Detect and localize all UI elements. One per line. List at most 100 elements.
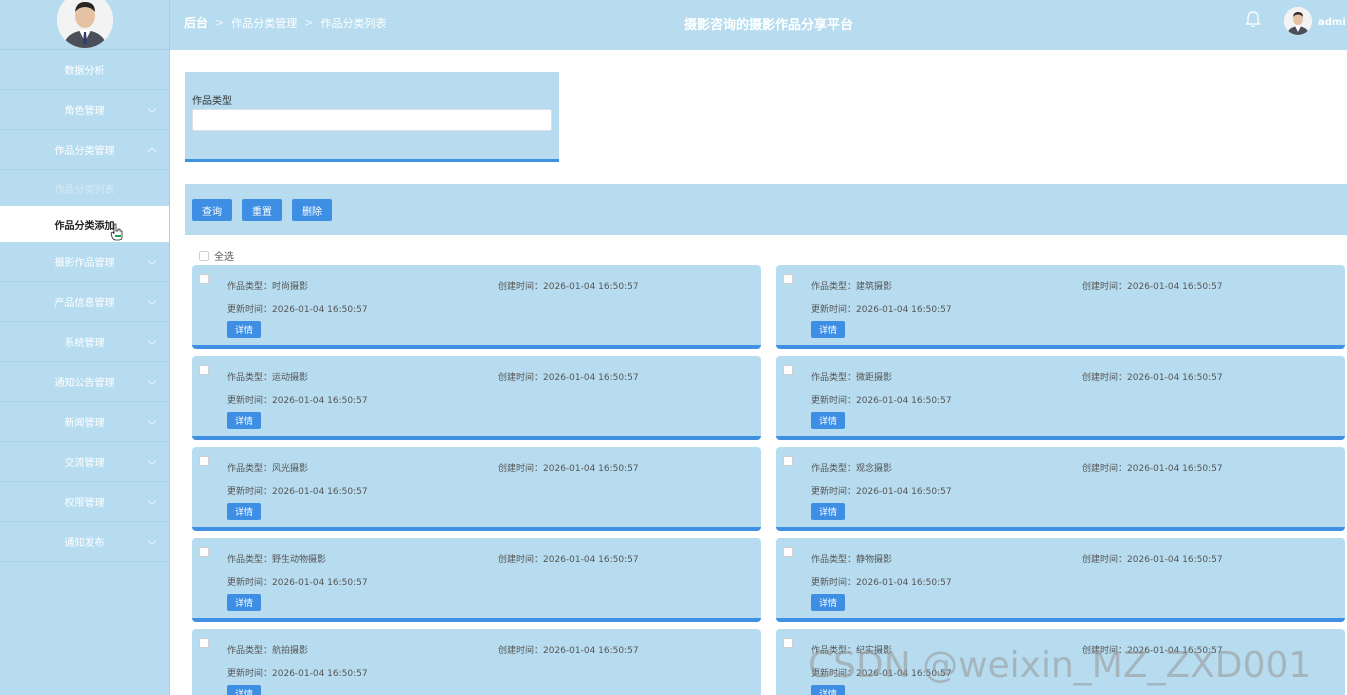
detail-button[interactable]: 详情 [811, 321, 846, 338]
card-type: 作品类型：微距摄影 [811, 373, 893, 383]
watermark-text: CSDN @weixin_MZ_ZXD001 [808, 645, 1312, 686]
sidebar-avatar-area [0, 0, 169, 50]
sidebar-item-label: 通知公告管理 [54, 378, 115, 389]
breadcrumb-item[interactable]: 作品分类管理 [231, 15, 297, 31]
detail-button[interactable]: 详情 [811, 594, 846, 611]
chevron-down-icon [147, 336, 157, 345]
query-button[interactable]: 查询 [192, 199, 232, 221]
card-checkbox[interactable] [783, 456, 793, 466]
sidebar-item[interactable]: 摄影作品管理 [0, 242, 169, 282]
card-type: 作品类型：运动摄影 [227, 373, 309, 383]
breadcrumb-separator-icon: > [215, 16, 225, 29]
card-updated-time: 更新时间：2026-01-04 16:50:57 [227, 396, 368, 406]
chevron-down-icon [147, 536, 157, 545]
chevron-down-icon [147, 376, 157, 385]
sidebar-subitem[interactable]: 作品分类列表 [0, 170, 169, 206]
sidebar-item[interactable]: 通知公告管理 [0, 362, 169, 402]
sidebar-item[interactable]: 权限管理 [0, 482, 169, 522]
card-checkbox[interactable] [199, 274, 209, 284]
category-card: 作品类型：建筑摄影 创建时间：2026-01-04 16:50:57 更新时间：20… [776, 265, 1345, 349]
category-card: 作品类型：微距摄影 创建时间：2026-01-04 16:50:57 更新时间：20… [776, 356, 1345, 440]
card-checkbox[interactable] [783, 638, 793, 648]
chevron-down-icon [147, 416, 157, 425]
sidebar-menu: 数据分析角色管理作品分类管理 作品分类列表 作品分类添加 摄影作品管理产品信息管理 系统… [0, 50, 169, 562]
sidebar-item[interactable]: 产品信息管理 [0, 282, 169, 322]
search-panel: 作品类型 [185, 72, 559, 162]
card-created-time: 创建时间：2026-01-04 16:50:57 [498, 646, 639, 656]
app-root: 数据分析 角色管理 作品分类管理 作品分类列表 作品分类添加 摄影作品管理 产品信息管理 系统… [0, 0, 1347, 695]
card-created-time: 创建时间：2026-01-04 16:50:57 [498, 373, 639, 383]
reset-button[interactable]: 重置 [242, 199, 282, 221]
category-card: 作品类型：时尚摄影 创建时间：2026-01-04 16:50:57 更新时间：20… [192, 265, 761, 349]
card-updated-time: 更新时间：2026-01-04 16:50:57 [811, 487, 952, 497]
card-created-time: 创建时间：2026-01-04 16:50:57 [1082, 464, 1223, 474]
sidebar-subitem[interactable]: 作品分类添加 [0, 206, 169, 242]
card-updated-time: 更新时间：2026-01-04 16:50:57 [227, 487, 368, 497]
sidebar-item[interactable]: 交流管理 [0, 442, 169, 482]
card-updated-time: 更新时间：2026-01-04 16:50:57 [227, 669, 368, 679]
detail-button[interactable]: 详情 [811, 412, 846, 429]
detail-button[interactable]: 详情 [227, 321, 262, 338]
detail-button[interactable]: 详情 [811, 503, 846, 520]
card-checkbox[interactable] [199, 365, 209, 375]
sidebar-item-label: 数据分析 [64, 66, 105, 77]
category-card: 作品类型：风光摄影 创建时间：2026-01-04 16:50:57 更新时间：20… [192, 447, 761, 531]
card-checkbox[interactable] [199, 547, 209, 557]
card-checkbox[interactable] [199, 638, 209, 648]
select-all[interactable]: 全选 [199, 248, 234, 263]
sidebar-item[interactable]: 数据分析 [0, 50, 169, 90]
detail-button[interactable]: 详情 [227, 685, 262, 695]
card-checkbox[interactable] [199, 456, 209, 466]
select-all-checkbox[interactable] [199, 250, 209, 261]
sidebar-item-label: 新闻管理 [64, 418, 105, 429]
delete-button[interactable]: 删除 [292, 199, 332, 221]
card-type: 作品类型：风光摄影 [227, 464, 309, 474]
category-card: 作品类型：观念摄影 创建时间：2026-01-04 16:50:57 更新时间：20… [776, 447, 1345, 531]
chevron-down-icon [147, 104, 157, 113]
card-created-time: 创建时间：2026-01-04 16:50:57 [498, 555, 639, 565]
card-type: 作品类型：静物摄影 [811, 555, 893, 565]
breadcrumb-separator-icon: > [304, 16, 314, 29]
sidebar-item-label: 角色管理 [64, 106, 105, 117]
category-card: 作品类型：航拍摄影 创建时间：2026-01-04 16:50:57 更新时间：20… [192, 629, 761, 695]
detail-button[interactable]: 详情 [811, 685, 846, 695]
search-label: 作品类型 [192, 96, 232, 107]
detail-button[interactable]: 详情 [227, 503, 262, 520]
user-name[interactable]: admi [1318, 17, 1346, 28]
card-type: 作品类型：航拍摄影 [227, 646, 309, 656]
card-type: 作品类型：野生动物摄影 [227, 555, 327, 565]
site-title: 摄影咨询的摄影作品分享平台 [684, 18, 854, 33]
work-type-input[interactable] [192, 109, 552, 131]
user-avatar[interactable] [1284, 7, 1312, 35]
hand-cursor-icon [110, 223, 123, 241]
card-type: 作品类型：建筑摄影 [811, 282, 893, 292]
card-type: 作品类型：观念摄影 [811, 464, 893, 474]
card-created-time: 创建时间：2026-01-04 16:50:57 [1082, 555, 1223, 565]
card-checkbox[interactable] [783, 274, 793, 284]
bell-icon[interactable] [1244, 10, 1262, 28]
detail-button[interactable]: 详情 [227, 594, 262, 611]
card-checkbox[interactable] [783, 547, 793, 557]
sidebar-avatar[interactable] [56, 0, 113, 48]
card-created-time: 创建时间：2026-01-04 16:50:57 [1082, 373, 1223, 383]
category-card: 作品类型：静物摄影 创建时间：2026-01-04 16:50:57 更新时间：20… [776, 538, 1345, 622]
action-bar: 查询 重置 删除 [185, 184, 1347, 235]
card-checkbox[interactable] [783, 365, 793, 375]
card-created-time: 创建时间：2026-01-04 16:50:57 [498, 282, 639, 292]
sidebar: 数据分析角色管理作品分类管理 作品分类列表 作品分类添加 摄影作品管理产品信息管理 系统… [0, 0, 170, 695]
top-header: 后台 > 作品分类管理 > 作品分类列表 摄影咨询的摄影作品分享平台 admi [170, 0, 1347, 50]
sidebar-item[interactable]: 角色管理 [0, 90, 169, 130]
sidebar-item-label: 交流管理 [64, 458, 105, 469]
detail-button[interactable]: 详情 [227, 412, 262, 429]
sidebar-item[interactable]: 新闻管理 [0, 402, 169, 442]
sidebar-item[interactable]: 通知发布 [0, 522, 169, 562]
sidebar-item-label: 系统管理 [64, 338, 105, 349]
sidebar-item-label: 产品信息管理 [54, 298, 115, 309]
sidebar-item[interactable]: 系统管理 [0, 322, 169, 362]
sidebar-item[interactable]: 作品分类管理 [0, 130, 169, 170]
breadcrumb-home[interactable]: 后台 [184, 14, 208, 31]
chevron-down-icon [147, 496, 157, 505]
chevron-down-icon [147, 256, 157, 265]
breadcrumb: 后台 > 作品分类管理 > 作品分类列表 [184, 14, 386, 31]
card-created-time: 创建时间：2026-01-04 16:50:57 [498, 464, 639, 474]
